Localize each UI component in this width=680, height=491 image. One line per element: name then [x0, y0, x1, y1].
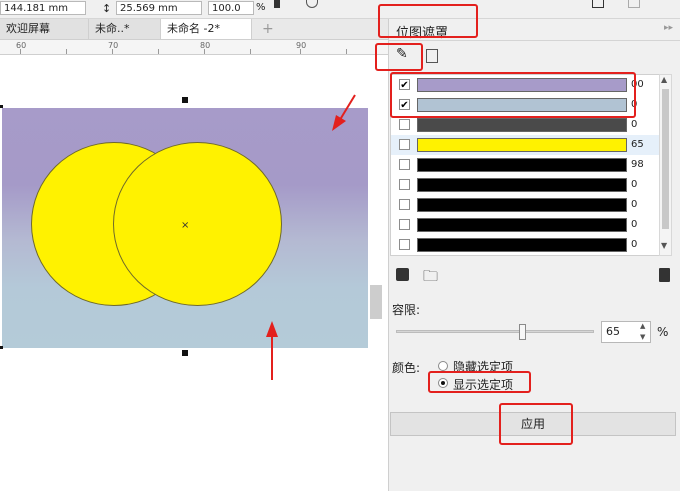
- frame-disabled-icon: [628, 0, 640, 8]
- ruler-label: 70: [108, 41, 119, 50]
- scale-field[interactable]: 100.0: [208, 1, 254, 15]
- mask-color-swatch[interactable]: [417, 178, 627, 192]
- radio-hide-selected[interactable]: [438, 361, 448, 371]
- mask-color-checkbox[interactable]: [399, 179, 410, 190]
- mask-color-tolerance: 0: [631, 219, 638, 230]
- selection-handle-corner[interactable]: [0, 105, 3, 108]
- mask-color-swatch[interactable]: [417, 138, 627, 152]
- selection-handle-corner[interactable]: [0, 346, 3, 349]
- mask-color-row[interactable]: 0: [391, 195, 659, 215]
- mask-color-swatch[interactable]: [417, 158, 627, 172]
- percent-label: %: [256, 2, 266, 13]
- spin-down-icon[interactable]: ▼: [640, 333, 645, 341]
- property-bar: 144.181 mm ↕ 25.569 mm 100.0 %: [0, 0, 680, 19]
- mask-color-swatch[interactable]: [417, 238, 627, 252]
- tolerance-label: 容限:: [392, 303, 421, 317]
- color-mode-label: 颜色:: [392, 361, 421, 375]
- ruler-label: 80: [200, 41, 211, 50]
- mask-color-row[interactable]: 0: [391, 215, 659, 235]
- mask-color-tolerance: 0: [631, 179, 638, 190]
- arrow-bottom-head: [266, 321, 278, 337]
- mask-color-swatch[interactable]: [417, 198, 627, 212]
- rotation-icon: [306, 0, 318, 8]
- highlight-title: [378, 4, 478, 38]
- tab-untitled-1[interactable]: 未命..*: [88, 19, 160, 39]
- horizontal-ruler: 60 70 80 90: [0, 40, 388, 55]
- frame-icon[interactable]: [592, 0, 604, 8]
- mask-color-checkbox[interactable]: [399, 219, 410, 230]
- highlight-selected-colors: [390, 72, 636, 118]
- highlight-show-selected: [428, 371, 531, 393]
- mask-color-swatch[interactable]: [417, 218, 627, 232]
- mask-color-row[interactable]: 98: [391, 155, 659, 175]
- docker-divider: [388, 40, 680, 41]
- mask-color-row[interactable]: 0: [391, 175, 659, 195]
- color-list-scrollbar[interactable]: ▲ ▼: [659, 74, 672, 256]
- mask-color-tolerance: 0: [631, 119, 638, 130]
- mask-color-row[interactable]: 0: [391, 115, 659, 135]
- mask-color-checkbox[interactable]: [399, 239, 410, 250]
- canvas-scrollbar-thumb[interactable]: [370, 285, 382, 319]
- mask-color-swatch[interactable]: [417, 118, 627, 132]
- selection-handle-bottom[interactable]: [182, 350, 188, 356]
- mask-color-checkbox[interactable]: [399, 139, 410, 150]
- scroll-down-icon[interactable]: ▼: [661, 241, 667, 250]
- mask-color-row[interactable]: 65: [391, 135, 659, 155]
- mask-color-checkbox[interactable]: [399, 159, 410, 170]
- open-mask-icon[interactable]: 🗀: [423, 266, 438, 291]
- tolerance-unit: %: [657, 325, 669, 339]
- height-icon: ↕: [102, 2, 112, 15]
- mask-color-checkbox[interactable]: [399, 119, 410, 130]
- spin-up-icon[interactable]: ▲: [640, 322, 645, 330]
- mask-color-tolerance: 98: [631, 159, 644, 170]
- highlight-apply: [499, 403, 573, 445]
- annotation-arrows: [266, 94, 356, 380]
- mask-color-checkbox[interactable]: [399, 199, 410, 210]
- tolerance-slider-track[interactable]: [396, 330, 594, 333]
- arrow-top-head: [332, 115, 346, 131]
- x-position-field[interactable]: 144.181 mm: [0, 1, 86, 15]
- tolerance-slider-thumb[interactable]: [519, 324, 526, 340]
- color-sampler-icon[interactable]: [426, 49, 438, 63]
- ruler-label: 90: [296, 41, 307, 50]
- scroll-thumb[interactable]: [662, 89, 669, 229]
- new-tab-button[interactable]: +: [256, 19, 278, 39]
- tab-untitled-2[interactable]: 未命名 -2*: [160, 19, 252, 39]
- save-mask-icon[interactable]: [396, 268, 409, 281]
- center-marker-icon: ×: [181, 220, 190, 231]
- tab-welcome[interactable]: 欢迎屏幕: [0, 19, 88, 39]
- ruler-label: 60: [16, 41, 27, 50]
- mask-color-tolerance: 0: [631, 199, 638, 210]
- height-field[interactable]: 25.569 mm: [116, 1, 202, 15]
- docker-expand-icon[interactable]: ▸▸: [664, 23, 673, 33]
- mask-color-tolerance: 65: [631, 139, 644, 150]
- scroll-up-icon[interactable]: ▲: [661, 75, 667, 84]
- lock-ratio-icon[interactable]: [274, 0, 280, 8]
- delete-color-icon[interactable]: [659, 268, 670, 282]
- mask-color-tolerance: 0: [631, 239, 638, 250]
- selection-handle-top[interactable]: [182, 97, 188, 103]
- highlight-eyedropper: [375, 43, 423, 71]
- mask-color-row[interactable]: 0: [391, 235, 659, 255]
- yellow-circle-right[interactable]: [113, 142, 282, 306]
